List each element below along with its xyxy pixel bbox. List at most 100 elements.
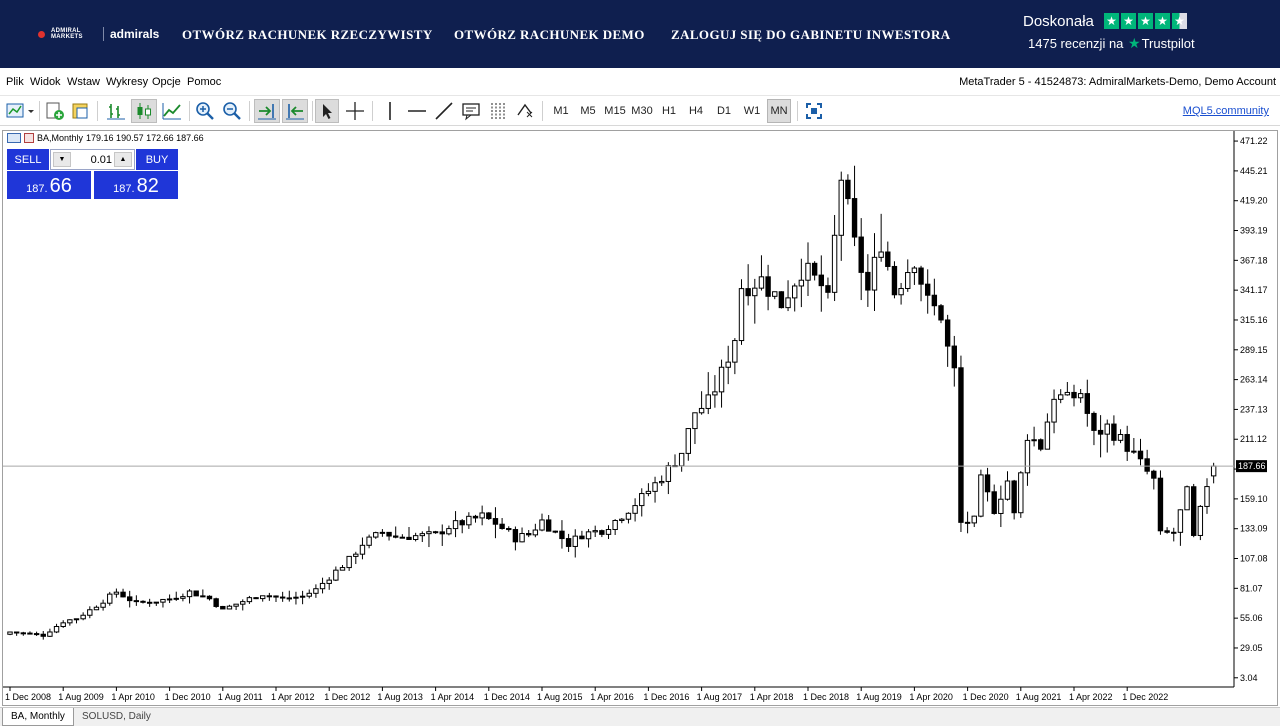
bearish-candle [599,530,605,535]
cursor-button[interactable] [315,99,339,123]
new-chart-icon [6,103,34,118]
chart-tabs: BA, Monthly SOLUSD, Daily [0,707,1280,726]
logo-small-text: ADMIRAL MARKETS [51,28,83,40]
bullish-candle [838,179,844,236]
x-tick-label: 1 Dec 2010 [165,692,211,702]
open-demo-account-link[interactable]: OTWÓRZ RACHUNEK DEMO [454,27,645,43]
chart-shift-button[interactable] [254,99,280,123]
bullish-candle [685,428,691,454]
bullish-candle [645,490,652,495]
tab-solusd-daily[interactable]: SOLUSD, Daily [74,708,159,726]
bearish-candle [286,597,293,600]
timeframe-h4[interactable]: H4 [684,99,708,123]
timeframe-m1[interactable]: M1 [549,99,573,123]
investor-login-link[interactable]: ZALOGUJ SIĘ DO GABINETU INWESTORA [671,27,951,43]
timeframe-m5[interactable]: M5 [576,99,600,123]
objects-button[interactable] [513,99,537,123]
timeframe-m30[interactable]: M30 [630,99,654,123]
timeframe-mn[interactable]: MN [767,99,791,123]
tab-ba-monthly[interactable]: BA, Monthly [2,708,74,726]
vertical-line-button[interactable] [378,99,402,123]
y-tick-label: 315.16 [1240,315,1268,325]
bullish-candle [592,530,598,533]
fibonacci-button[interactable] [486,99,510,123]
rating-label: Doskonała [1023,13,1094,30]
bullish-candle [226,605,233,610]
bullish-candle [299,595,306,598]
timeframe-h1[interactable]: H1 [657,99,681,123]
timeframe-w1[interactable]: W1 [740,99,764,123]
autoscroll-button[interactable] [282,99,308,123]
add-icon [46,102,64,120]
ask-price-button[interactable]: 187. 82 [94,171,178,199]
bullish-candle [180,596,186,599]
admirals-logo[interactable]: ADMIRAL MARKETS admirals [38,27,159,41]
crosshair-button[interactable] [343,99,367,123]
bullish-candle [426,531,432,535]
bullish-candle [785,297,791,309]
bearish-candle [778,291,785,309]
menu-charts[interactable]: Wykresy [106,76,148,88]
fullscreen-button[interactable] [803,99,825,123]
mql5-community-link[interactable]: MQL5.community [1183,105,1269,117]
y-tick-label: 3.04 [1240,673,1258,683]
bearish-candle [579,535,585,540]
zoom-in-button[interactable] [193,99,217,123]
new-chart-button[interactable] [5,99,35,123]
bullish-candle [725,361,731,368]
bullish-candle [160,598,166,603]
horizontal-line-button[interactable] [405,99,429,123]
cursor-icon [323,104,332,119]
profiles-button[interactable] [70,99,92,123]
timeframe-m15[interactable]: M15 [603,99,627,123]
open-real-account-link[interactable]: OTWÓRZ RACHUNEK RZECZYWISTY [182,27,433,43]
lot-stepper[interactable]: ▼ 0.01 ▲ [50,149,135,170]
bearish-candle [1084,393,1090,414]
trendline-button[interactable] [432,99,456,123]
bearish-candle [472,515,479,519]
bullish-candle [353,553,359,557]
text-button[interactable] [459,99,483,123]
star-icon: ★ [1121,13,1136,29]
logo-text: admirals [110,27,160,41]
trustpilot-reviews[interactable]: 1475 recenzji na ★Trustpilot [1028,35,1195,52]
bar-chart-button[interactable] [104,99,128,123]
chart-window[interactable]: 471.22 445.21 419.20 393.19 367.18 341.17 315.… [2,130,1278,706]
bearish-candle [127,596,133,602]
logo-dot-icon [38,30,45,38]
add-button[interactable] [44,99,66,123]
menu-file[interactable]: Plik [6,76,24,88]
bid-price-button[interactable]: 187. 66 [7,171,91,199]
candlestick-chart[interactable]: 471.22 445.21 419.20 393.19 367.18 341.17 315.… [3,131,1277,705]
x-tick-label: 1 Apr 2014 [431,692,475,702]
menu-options[interactable]: Opcje [152,76,181,88]
bullish-candle [585,531,592,540]
bullish-candle [67,619,73,624]
trustpilot-star-icon: ★ [1128,35,1141,51]
y-tick-label: 81.07 [1240,583,1263,593]
timeframe-d1[interactable]: D1 [712,99,736,123]
lot-increase-button[interactable]: ▲ [114,152,132,167]
zoom-out-button[interactable] [220,99,244,123]
buy-button[interactable]: BUY [136,149,178,170]
sell-button[interactable]: SELL [7,149,49,170]
bullish-candle [659,480,665,484]
lot-size-input[interactable]: 0.01 [91,154,112,166]
x-tick-label: 1 Aug 2017 [697,692,743,702]
lot-decrease-button[interactable]: ▼ [53,152,71,167]
x-tick-label: 1 Apr 2018 [750,692,794,702]
line-chart-button[interactable] [160,99,184,123]
menu-view[interactable]: Widok [30,76,61,88]
bearish-candle [865,271,871,291]
menu-insert[interactable]: Wstaw [67,76,100,88]
menu-help[interactable]: Pomoc [187,76,221,88]
half-star-icon: ★ [1172,13,1187,29]
y-tick-label: 341.17 [1240,285,1268,295]
horizontal-line-icon [408,110,426,112]
x-tick-label: 1 Aug 2011 [218,692,263,702]
bullish-candle [246,597,253,603]
bearish-candle [944,319,951,347]
bullish-candle [798,279,805,287]
bullish-candle [632,505,638,514]
candlestick-button[interactable] [131,99,157,123]
